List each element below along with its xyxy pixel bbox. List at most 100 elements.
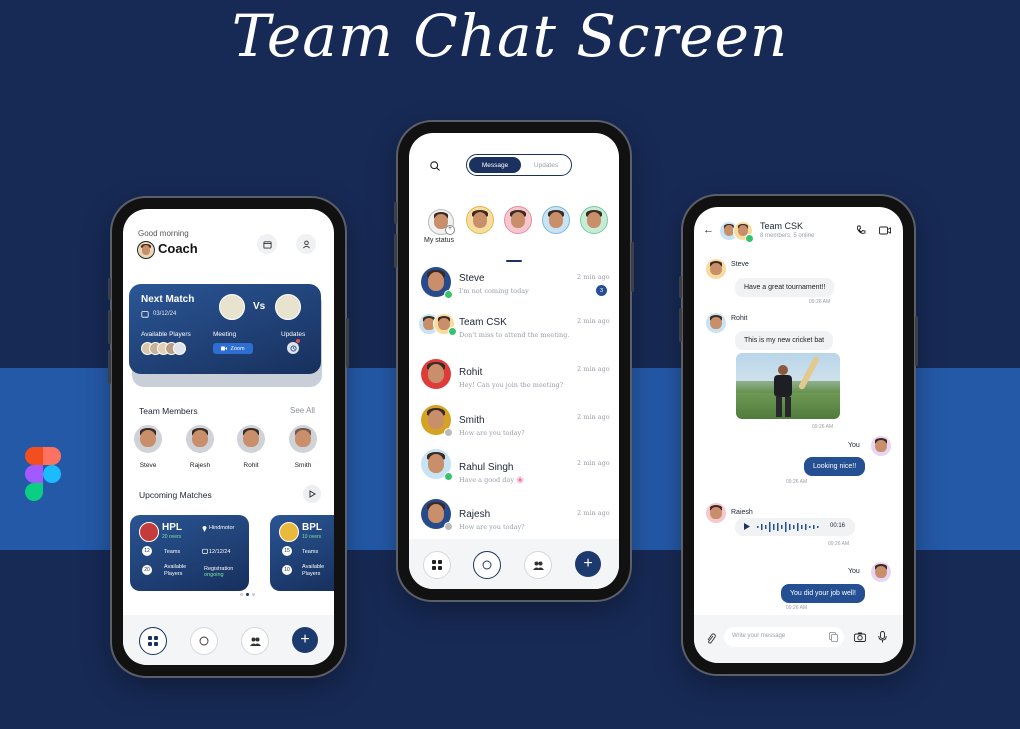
status-avatar[interactable] bbox=[504, 206, 532, 234]
video-call-icon[interactable] bbox=[879, 226, 891, 235]
nav-team-button[interactable] bbox=[241, 627, 269, 655]
copy-icon[interactable] bbox=[829, 632, 838, 642]
user-icon bbox=[302, 240, 310, 248]
sender-name: Steve bbox=[731, 261, 749, 268]
play-button[interactable] bbox=[303, 485, 321, 503]
play-icon[interactable] bbox=[744, 523, 750, 530]
search-icon[interactable] bbox=[430, 161, 440, 171]
updates-notification-dot bbox=[296, 339, 300, 343]
camera-icon[interactable] bbox=[854, 632, 866, 642]
hpl-location: Hindmotor bbox=[209, 525, 235, 531]
available-players-label: Available Players bbox=[141, 331, 191, 338]
hpl-registration-status: ongoing bbox=[204, 572, 224, 578]
chat-screen: ← Team CSK 8 members, 5 online Steve Hav… bbox=[694, 207, 903, 663]
chat-time: 2 min ago bbox=[577, 317, 610, 325]
available-players-avatars[interactable] bbox=[141, 342, 191, 355]
my-status-label: My status bbox=[424, 237, 454, 244]
hpl-teams-count: 12 bbox=[142, 546, 152, 556]
chat-list-item-team-csk[interactable]: Team CSK Don't miss to attend the meetin… bbox=[409, 307, 619, 351]
chat-list-item-steve[interactable]: Steve I'm not coming today 2 min ago 3 bbox=[409, 263, 619, 307]
carousel-dots bbox=[240, 593, 260, 597]
back-arrow-icon[interactable]: ← bbox=[703, 224, 714, 236]
bpl-players-label: Available Players bbox=[302, 564, 325, 577]
chat-preview: Hey! Can you join the meeting? bbox=[459, 381, 564, 389]
chat-time: 2 min ago bbox=[577, 365, 610, 373]
hpl-logo bbox=[139, 522, 159, 542]
messages-screen: Message Updates + My status Steve I'm no… bbox=[409, 133, 619, 589]
status-avatar[interactable] bbox=[466, 206, 494, 234]
tab-updates[interactable]: Updates bbox=[523, 157, 569, 173]
member-avatar-rajesh[interactable] bbox=[186, 425, 214, 453]
chat-list-item-rajesh[interactable]: Rajesh How are you today? 2 min ago bbox=[409, 493, 619, 537]
page-title: Team Chat Screen bbox=[231, 2, 789, 70]
bpl-name: BPL bbox=[302, 522, 322, 533]
sender-avatar-raiesh bbox=[706, 503, 726, 523]
phone-home: Good morning Coach Next Match 03/12/24 V… bbox=[108, 198, 349, 676]
phone-messages: Message Updates + My status Steve I'm no… bbox=[394, 122, 634, 600]
chat-list-item-rahul-singh[interactable]: Rahul Singh Have a good day 🌸 2 min ago bbox=[409, 445, 619, 493]
chat-preview: How are you today? bbox=[459, 429, 525, 437]
sender-avatar-rohit bbox=[706, 313, 726, 333]
vs-label: Vs bbox=[253, 301, 266, 312]
history-icon bbox=[289, 344, 297, 352]
message-time: 09:26 AM bbox=[786, 605, 808, 611]
message-input[interactable]: Write your message bbox=[724, 627, 844, 647]
meeting-label: Meeting bbox=[213, 331, 237, 338]
chat-time: 2 min ago bbox=[577, 509, 610, 517]
status-avatar[interactable] bbox=[580, 206, 608, 234]
member-avatar-smith[interactable] bbox=[289, 425, 317, 453]
updates-button[interactable] bbox=[287, 342, 299, 354]
bpl-logo bbox=[279, 522, 299, 542]
microphone-icon[interactable] bbox=[878, 631, 887, 643]
nav-add-button[interactable]: + bbox=[292, 627, 318, 653]
nav-chat-button[interactable] bbox=[473, 551, 501, 579]
paperclip-icon[interactable] bbox=[706, 633, 716, 645]
status-avatar[interactable] bbox=[542, 206, 570, 234]
next-match-title: Next Match bbox=[141, 294, 195, 305]
chat-preview: I'm not coming today bbox=[459, 287, 529, 295]
bpl-teams-label: Teams bbox=[302, 549, 319, 555]
nav-chat-button[interactable] bbox=[190, 627, 218, 655]
see-all-link[interactable]: See All bbox=[290, 406, 315, 415]
sender-name: Rohit bbox=[731, 315, 748, 322]
messages-bottom-nav: + bbox=[409, 539, 619, 589]
team-logo-left bbox=[219, 294, 245, 320]
tab-message[interactable]: Message bbox=[469, 157, 521, 173]
profile-button[interactable] bbox=[296, 234, 316, 254]
chat-list-item-smith[interactable]: Smith How are you today? 2 min ago bbox=[409, 397, 619, 445]
voice-message[interactable]: 00:16 bbox=[735, 518, 855, 536]
member-name: Rohit bbox=[243, 462, 259, 469]
sender-avatar-steve bbox=[706, 259, 726, 279]
sender-name: You bbox=[848, 568, 860, 575]
video-icon bbox=[221, 346, 228, 351]
nav-team-button[interactable] bbox=[524, 551, 552, 579]
next-match-card[interactable]: Next Match 03/12/24 Vs Available Players… bbox=[129, 284, 321, 374]
group-meta: 8 members, 5 online bbox=[760, 233, 815, 239]
match-card-hpl[interactable]: HPL 20 overs Hindmotor 12 Teams 12/12/24… bbox=[130, 515, 249, 591]
phone-call-icon[interactable] bbox=[856, 225, 866, 235]
chat-name: Rajesh bbox=[459, 509, 491, 520]
message-input-placeholder: Write your message bbox=[732, 633, 786, 639]
add-status-icon[interactable]: + bbox=[445, 225, 455, 235]
chat-bubble-icon bbox=[199, 636, 209, 646]
nav-add-button[interactable]: + bbox=[575, 551, 601, 577]
nav-home-button[interactable] bbox=[423, 551, 451, 579]
message-time: 09:26 AM bbox=[809, 299, 831, 305]
bpl-players-count: 10 bbox=[282, 565, 292, 575]
chat-time: 2 min ago bbox=[577, 459, 610, 467]
message-bubble: Have a great tournament!! bbox=[735, 278, 835, 297]
chat-list-item-rohit[interactable]: Rohit Hey! Can you join the meeting? 2 m… bbox=[409, 351, 619, 397]
home-screen: Good morning Coach Next Match 03/12/24 V… bbox=[123, 209, 334, 665]
cricket-photo[interactable] bbox=[736, 353, 840, 419]
play-icon bbox=[309, 490, 316, 498]
calendar-button[interactable] bbox=[257, 234, 277, 254]
location-pin-icon bbox=[202, 526, 207, 532]
match-card-bpl[interactable]: BPL 10 overs 15 Teams 10 Available Playe… bbox=[270, 515, 334, 591]
message-time: 09:26 AM bbox=[786, 479, 808, 485]
nav-home-button[interactable] bbox=[139, 627, 167, 655]
member-name: Rajesh bbox=[189, 462, 211, 469]
zoom-button[interactable]: Zoom bbox=[213, 343, 253, 354]
calendar-icon bbox=[262, 240, 272, 249]
member-avatar-rohit[interactable] bbox=[237, 425, 265, 453]
member-avatar-steve[interactable] bbox=[134, 425, 162, 453]
